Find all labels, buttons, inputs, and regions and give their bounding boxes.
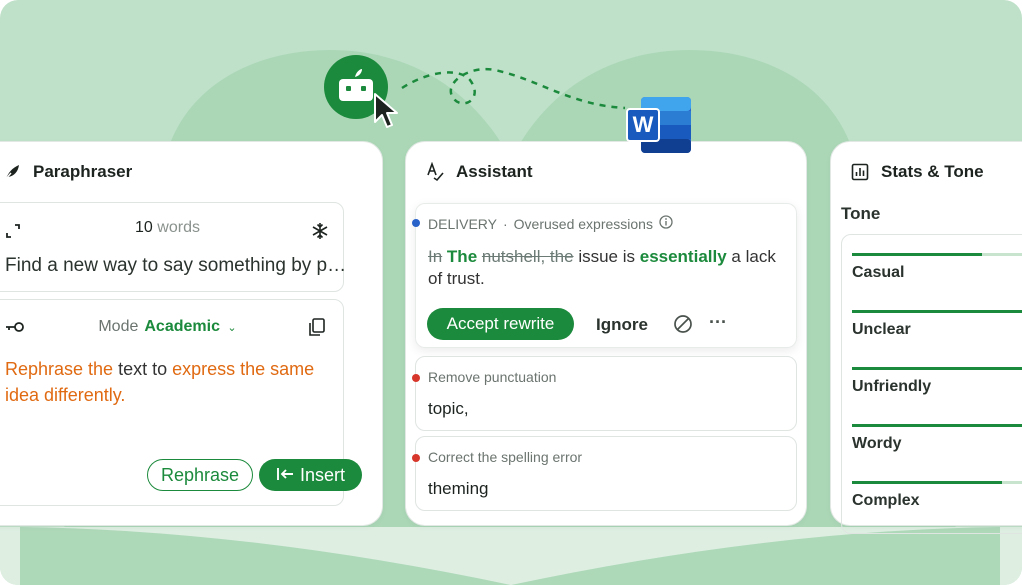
paraphraser-output-text: Rephrase the text to express the same id… [5,359,315,405]
suggestion-delivery[interactable]: DELIVERY · Overused expressions In The n… [412,203,797,348]
paraphraser-card: Paraphraser 10 words Find a new way to s… [0,141,383,526]
svg-text:W: W [633,112,654,137]
assistant-card: Assistant DELIVERY · Overused expression… [405,141,807,526]
tone-label: Unfriendly [852,378,932,395]
tone-title: Tone [841,204,881,223]
assistant-title: Assistant [456,162,533,181]
tone-list: Casual Unclear Unfriendly Wordy Complex [841,234,1022,534]
insert-icon [276,465,294,486]
tone-item[interactable]: Wordy [852,424,1022,453]
tone-bar [852,481,1022,484]
insert-button[interactable]: Insert [259,459,362,491]
tone-fill [852,310,1022,313]
spellcheck-icon [426,162,444,182]
word-count: 10 words [135,219,200,236]
mode-value: Academic [144,318,220,335]
suggestion-spelling[interactable]: Correct the spelling error theming [412,436,797,511]
tone-label: Casual [852,264,905,281]
paraphraser-title: Paraphraser [33,162,133,181]
tone-item[interactable]: Casual [852,253,1022,282]
stats-header: Stats & Tone [851,162,984,182]
feather-icon [3,163,21,181]
tone-label: Unclear [852,321,911,338]
rephrase-button[interactable]: Rephrase [147,459,253,491]
tone-label: Complex [852,492,920,509]
tone-label: Wordy [852,435,902,452]
cursor-icon [372,92,400,137]
accept-rewrite-button[interactable]: Accept rewrite [427,308,574,340]
tone-fill [852,253,982,256]
tone-item[interactable]: Unfriendly [852,367,1022,396]
stats-card: Stats & Tone Tone Casual Unclear Unfrien… [830,141,1022,534]
info-icon[interactable] [659,215,673,232]
paraphraser-input-box[interactable]: 10 words Find a new way to say something… [0,202,350,292]
tone-bar [852,424,1022,427]
ignore-button[interactable]: Ignore [596,315,648,335]
suggestion-value: theming [428,479,489,498]
stats-title: Stats & Tone [881,162,984,181]
tone-bar [852,310,1022,313]
chevron-down-icon[interactable]: ⌄ [227,322,236,334]
status-dot [412,374,420,382]
block-icon[interactable] [673,314,693,339]
tone-fill [852,367,1022,370]
tone-bar [852,367,1022,370]
assistant-header: Assistant [426,162,533,182]
tone-item[interactable]: Unclear [852,310,1022,339]
mode-selector[interactable]: Mode Academic ⌄ [0,318,343,336]
word-logo: W [625,95,693,162]
tone-fill [852,481,1002,484]
suggestion-text: In The nutshell, the issue is essentiall… [428,247,776,288]
dashed-connector [401,67,626,110]
status-dot [412,454,420,462]
copy-icon[interactable] [309,318,325,341]
tone-bar [852,253,1022,256]
suggestion-label: Correct the spelling error [428,449,583,465]
suggestion-value: topic, [428,399,469,418]
paraphraser-header: Paraphraser [3,162,132,182]
suggestion-label: Remove punctuation [428,369,557,385]
more-icon[interactable]: ··· [709,312,727,333]
status-dot [412,219,420,227]
tone-item[interactable]: Complex [852,481,1022,510]
suggestion-category: DELIVERY · Overused expressions [428,215,673,232]
paraphraser-input-text[interactable]: Find a new way to say something by pa... [5,255,350,277]
tone-fill [852,424,1022,427]
stats-icon [851,163,869,181]
stage: Paraphraser 10 words Find a new way to s… [0,0,1022,585]
paraphraser-output-box: Mode Academic ⌄ Rephrase the text to expr… [0,299,362,506]
snowflake-icon[interactable] [311,222,329,245]
suggestion-punctuation[interactable]: Remove punctuation topic, [412,356,797,431]
